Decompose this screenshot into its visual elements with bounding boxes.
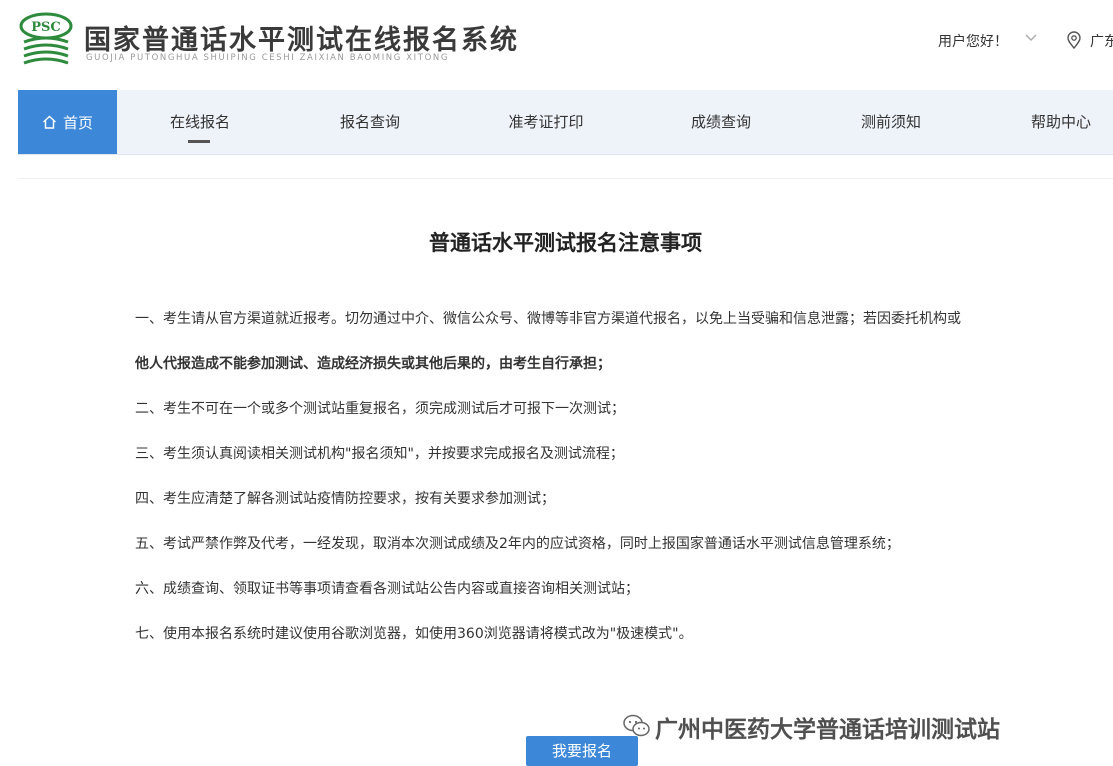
page-header: PSC 国家普通话水平测试在线报名系统 GUOJIA PUTONGHUA SHU… — [0, 0, 1113, 90]
user-greeting[interactable]: 用户您好！ — [938, 31, 1008, 51]
wechat-icon — [623, 714, 650, 737]
notice-paragraph: 四、考生应清楚了解各测试站疫情防控要求，按有关要求参加测试； — [135, 491, 555, 507]
notice-panel: 普通话水平测试报名注意事项 一、考生请从官方渠道就近报考。切勿通过中介、微信公众… — [18, 178, 1113, 766]
notice-paragraph: 二、考生不可在一个或多个测试站重复报名，须完成测试后才可报下一次测试； — [135, 401, 625, 417]
nav-item-admission-ticket[interactable]: 准考证打印 — [506, 90, 586, 154]
nav-label: 首页 — [62, 113, 93, 132]
notice-paragraph: 他人代报造成不能参加测试、造成经济损失或其他后果的，由考生自行承担； — [135, 356, 611, 372]
nav-item-score-query[interactable]: 成绩查询 — [689, 90, 753, 154]
nav-item-online-registration[interactable]: 在线报名 — [170, 90, 230, 154]
site-title: 国家普通话水平测试在线报名系统 — [84, 25, 519, 56]
svg-text:PSC: PSC — [31, 20, 61, 35]
notice-paragraph: 七、使用本报名系统时建议使用谷歌浏览器，如使用360浏览器请将模式改为"极速模式… — [135, 626, 693, 642]
chevron-down-icon[interactable] — [1025, 34, 1037, 42]
main-nav: 首页 在线报名 报名查询 准考证打印 成绩查询 测前须知 帮助中心 — [18, 90, 1113, 155]
nav-item-pretest-notice[interactable]: 测前须知 — [859, 90, 923, 154]
nav-item-registration-query[interactable]: 报名查询 — [338, 90, 402, 154]
notice-title: 普通话水平测试报名注意事项 — [429, 231, 702, 255]
notice-paragraph: 三、考生须认真阅读相关测试机构"报名须知"，并按要求完成报名及测试流程； — [135, 446, 624, 462]
home-icon — [43, 115, 56, 129]
active-underline — [188, 140, 210, 143]
notice-paragraph: 六、成绩查询、领取证书等事项请查看各测试站公告内容或直接咨询相关测试站； — [135, 581, 639, 597]
nav-item-help-center[interactable]: 帮助中心 — [1029, 90, 1093, 154]
location-icon — [1067, 31, 1081, 49]
watermark-text: 广州中医药大学普通话培训测试站 — [655, 717, 1000, 743]
nav-item-home[interactable]: 首页 — [18, 90, 117, 154]
notice-paragraph: 一、考生请从官方渠道就近报考。切勿通过中介、微信公众号、微博等非官方渠道代报名，… — [135, 311, 961, 327]
psc-logo: PSC — [19, 12, 73, 65]
notice-paragraph: 五、考试严禁作弊及代考，一经发现，取消本次测试成绩及2年内的应试资格，同时上报国… — [135, 536, 900, 552]
site-subtitle: GUOJIA PUTONGHUA SHUIPING CESHI ZAIXIAN … — [86, 53, 450, 63]
register-button[interactable]: 我要报名 — [526, 736, 638, 766]
region-selector[interactable]: 广东 — [1090, 31, 1113, 51]
